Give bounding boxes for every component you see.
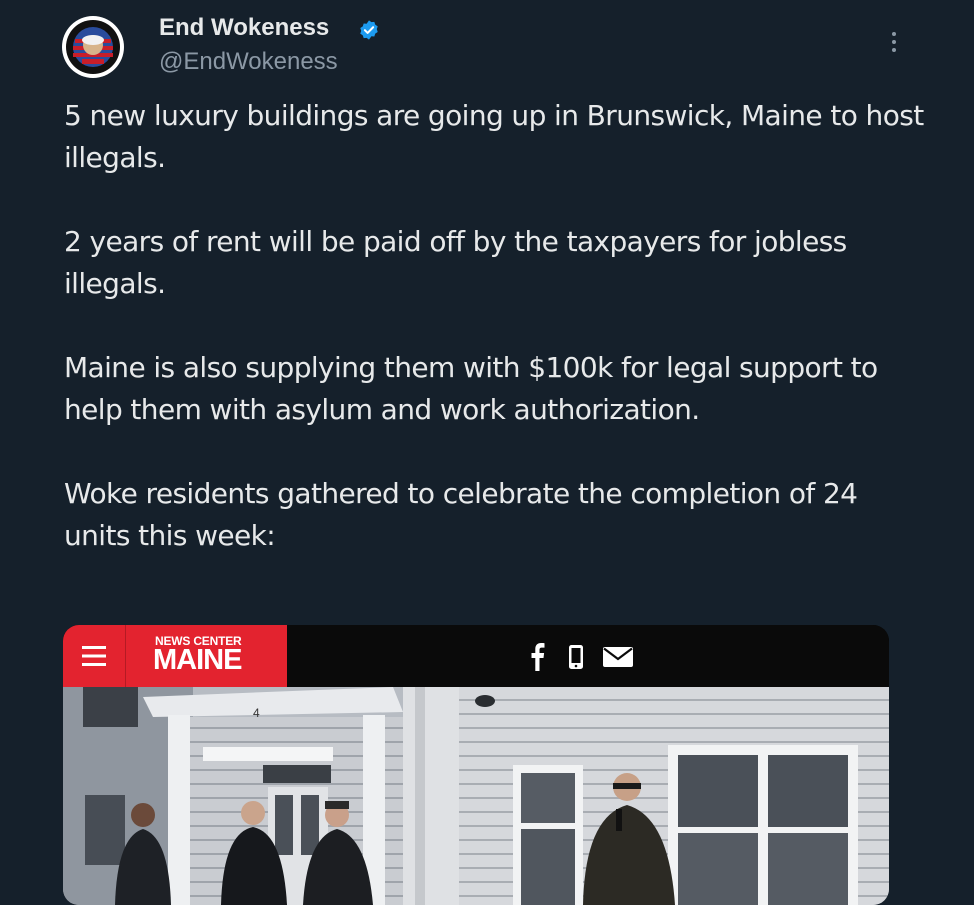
tweet-media-video[interactable]: NEWS CENTER MAINE 4 xyxy=(63,625,889,905)
mail-icon[interactable] xyxy=(603,647,633,667)
news-brand-bar: NEWS CENTER MAINE xyxy=(63,625,287,687)
brand-title: MAINE xyxy=(153,644,242,676)
menu-icon[interactable] xyxy=(81,643,107,669)
author-name[interactable]: End Wokeness xyxy=(159,14,329,42)
tweet-paragraph: 2 years of rent will be paid off by the … xyxy=(64,225,847,300)
facebook-icon[interactable] xyxy=(529,641,545,671)
avatar-logo xyxy=(63,17,123,77)
building-number: 4 xyxy=(253,706,260,720)
author-handle[interactable]: @EndWokeness xyxy=(159,48,338,76)
brand-divider xyxy=(125,625,126,687)
avatar[interactable] xyxy=(62,16,124,78)
phone-icon[interactable] xyxy=(567,644,585,670)
video-frame: 4 xyxy=(63,687,889,905)
tweet-paragraph: Woke residents gathered to celebrate the… xyxy=(64,477,858,552)
tweet-paragraph: 5 new luxury buildings are going up in B… xyxy=(64,99,924,174)
tweet-text: 5 new luxury buildings are going up in B… xyxy=(64,95,924,557)
video-header-bar: NEWS CENTER MAINE xyxy=(63,625,889,687)
tweet-paragraph: Maine is also supplying them with $100k … xyxy=(64,351,878,426)
verified-badge-icon xyxy=(360,20,378,40)
more-options-icon[interactable] xyxy=(884,28,904,56)
